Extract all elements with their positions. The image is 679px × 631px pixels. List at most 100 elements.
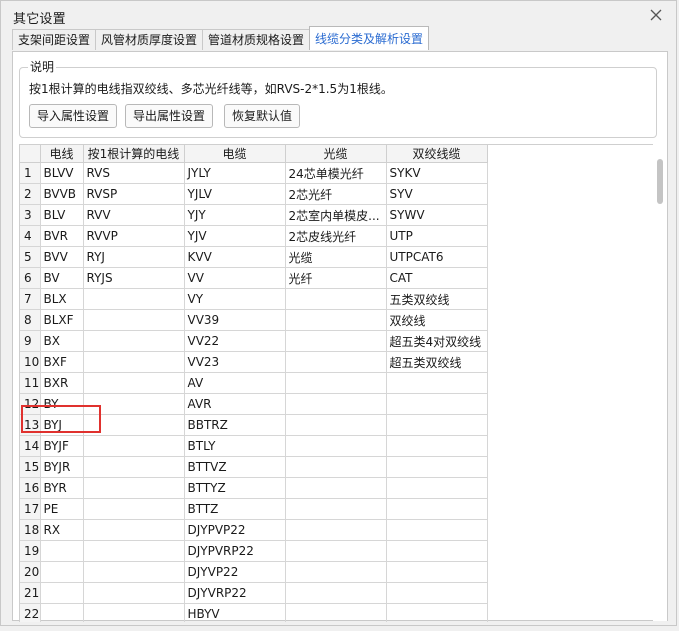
wire-cell[interactable]: BXR [40, 372, 84, 394]
optical-cable-cell[interactable] [285, 603, 387, 622]
cable-cell[interactable]: DJYVP22 [184, 561, 286, 583]
twisted-pair-cell[interactable] [386, 561, 488, 583]
wire-cell[interactable]: PE [40, 498, 84, 520]
table-row[interactable]: 3 BLV RVV YJY 2芯室内单模皮... SYWV [20, 204, 488, 226]
single-count-wire-cell[interactable]: RVV [83, 204, 185, 226]
single-count-wire-cell[interactable]: RVVP [83, 225, 185, 247]
twisted-pair-cell[interactable] [386, 372, 488, 394]
table-row[interactable]: 22 HBYV [20, 603, 488, 622]
table-row[interactable]: 12 BY AVR [20, 393, 488, 415]
export-settings-button[interactable]: 导出属性设置 [125, 104, 214, 128]
twisted-pair-cell[interactable]: 双绞线 [386, 309, 488, 331]
optical-cable-cell[interactable]: 2芯室内单模皮... [285, 204, 387, 226]
table-row[interactable]: 20 DJYVP22 [20, 561, 488, 583]
tab-cable-classification[interactable]: 线缆分类及解析设置 [309, 26, 430, 50]
optical-cable-cell[interactable] [285, 330, 387, 352]
cable-cell[interactable]: AV [184, 372, 286, 394]
optical-cable-cell[interactable] [285, 435, 387, 457]
cable-cell[interactable]: VY [184, 288, 286, 310]
single-count-wire-cell[interactable]: RVS [83, 162, 185, 184]
twisted-pair-cell[interactable]: UTPCAT6 [386, 246, 488, 268]
optical-cable-cell[interactable] [285, 582, 387, 604]
wire-cell[interactable]: BYJ [40, 414, 84, 436]
wire-cell[interactable]: BLXF [40, 309, 84, 331]
twisted-pair-cell[interactable] [386, 582, 488, 604]
optical-cable-cell[interactable]: 24芯单模光纤 [285, 162, 387, 184]
cable-cell[interactable]: AVR [184, 393, 286, 415]
twisted-pair-cell[interactable] [386, 456, 488, 478]
cable-cell[interactable]: VV [184, 267, 286, 289]
cable-cell[interactable]: YJLV [184, 183, 286, 205]
table-row[interactable]: 13 BYJ BBTRZ [20, 414, 488, 436]
single-count-wire-cell[interactable] [83, 330, 185, 352]
wire-cell[interactable]: RX [40, 519, 84, 541]
cable-cell[interactable]: YJV [184, 225, 286, 247]
wire-cell[interactable] [40, 540, 84, 562]
restore-defaults-button[interactable]: 恢复默认值 [224, 104, 301, 128]
cable-cell[interactable]: BTLY [184, 435, 286, 457]
table-row[interactable]: 1 BLVV RVS JYLY 24芯单模光纤 SYKV [20, 162, 488, 184]
optical-cable-cell[interactable] [285, 351, 387, 373]
cable-cell[interactable]: VV23 [184, 351, 286, 373]
optical-cable-cell[interactable] [285, 372, 387, 394]
wire-cell[interactable]: BY [40, 393, 84, 415]
wire-cell[interactable]: BLX [40, 288, 84, 310]
cable-cell[interactable]: BTTYZ [184, 477, 286, 499]
table-row[interactable]: 14 BYJF BTLY [20, 435, 488, 457]
table-row[interactable]: 2 BVVB RVSP YJLV 2芯光纤 SYV [20, 183, 488, 205]
optical-cable-cell[interactable]: 2芯光纤 [285, 183, 387, 205]
close-icon[interactable] [648, 7, 664, 23]
import-settings-button[interactable]: 导入属性设置 [29, 104, 118, 128]
single-count-wire-cell[interactable] [83, 561, 185, 583]
cable-cell[interactable]: YJY [184, 204, 286, 226]
cable-cell[interactable]: VV22 [184, 330, 286, 352]
optical-cable-cell[interactable] [285, 456, 387, 478]
optical-cable-cell[interactable] [285, 498, 387, 520]
cable-cell[interactable]: BTTZ [184, 498, 286, 520]
single-count-wire-cell[interactable] [83, 582, 185, 604]
wire-cell[interactable] [40, 582, 84, 604]
optical-cable-cell[interactable] [285, 540, 387, 562]
single-count-wire-cell[interactable] [83, 519, 185, 541]
twisted-pair-cell[interactable] [386, 540, 488, 562]
single-count-wire-cell[interactable]: RYJS [83, 267, 185, 289]
optical-cable-cell[interactable]: 2芯皮线光纤 [285, 225, 387, 247]
single-count-wire-cell[interactable] [83, 351, 185, 373]
twisted-pair-cell[interactable]: SYWV [386, 204, 488, 226]
optical-cable-cell[interactable] [285, 393, 387, 415]
optical-cable-cell[interactable] [285, 414, 387, 436]
twisted-pair-cell[interactable] [386, 435, 488, 457]
twisted-pair-cell[interactable]: SYKV [386, 162, 488, 184]
table-row[interactable]: 4 BVR RVVP YJV 2芯皮线光纤 UTP [20, 225, 488, 247]
cable-cell[interactable]: JYLY [184, 162, 286, 184]
wire-cell[interactable]: BX [40, 330, 84, 352]
single-count-wire-cell[interactable] [83, 393, 185, 415]
single-count-wire-cell[interactable] [83, 477, 185, 499]
wire-cell[interactable]: BVVB [40, 183, 84, 205]
wire-cell[interactable]: BYR [40, 477, 84, 499]
twisted-pair-cell[interactable] [386, 498, 488, 520]
single-count-wire-cell[interactable] [83, 456, 185, 478]
table-row[interactable]: 16 BYR BTTYZ [20, 477, 488, 499]
twisted-pair-cell[interactable]: 超五类双绞线 [386, 351, 488, 373]
optical-cable-cell[interactable]: 光纤 [285, 267, 387, 289]
optical-cable-cell[interactable] [285, 288, 387, 310]
wire-cell[interactable]: BXF [40, 351, 84, 373]
cable-cell[interactable]: BTTVZ [184, 456, 286, 478]
single-count-wire-cell[interactable] [83, 603, 185, 622]
single-count-wire-cell[interactable] [83, 288, 185, 310]
table-row[interactable]: 9 BX VV22 超五类4对双绞线 [20, 330, 488, 352]
twisted-pair-cell[interactable]: UTP [386, 225, 488, 247]
twisted-pair-cell[interactable] [386, 414, 488, 436]
wire-cell[interactable] [40, 561, 84, 583]
optical-cable-cell[interactable]: 光缆 [285, 246, 387, 268]
wire-cell[interactable]: BYJR [40, 456, 84, 478]
single-count-wire-cell[interactable] [83, 435, 185, 457]
twisted-pair-cell[interactable] [386, 603, 488, 622]
column-header-wire[interactable]: 电线 [40, 145, 84, 163]
cable-cell[interactable]: DJYVRP22 [184, 582, 286, 604]
table-row[interactable]: 7 BLX VY 五类双绞线 [20, 288, 488, 310]
table-row[interactable]: 6 BV RYJS VV 光纤 CAT [20, 267, 488, 289]
twisted-pair-cell[interactable]: CAT [386, 267, 488, 289]
twisted-pair-cell[interactable]: 五类双绞线 [386, 288, 488, 310]
